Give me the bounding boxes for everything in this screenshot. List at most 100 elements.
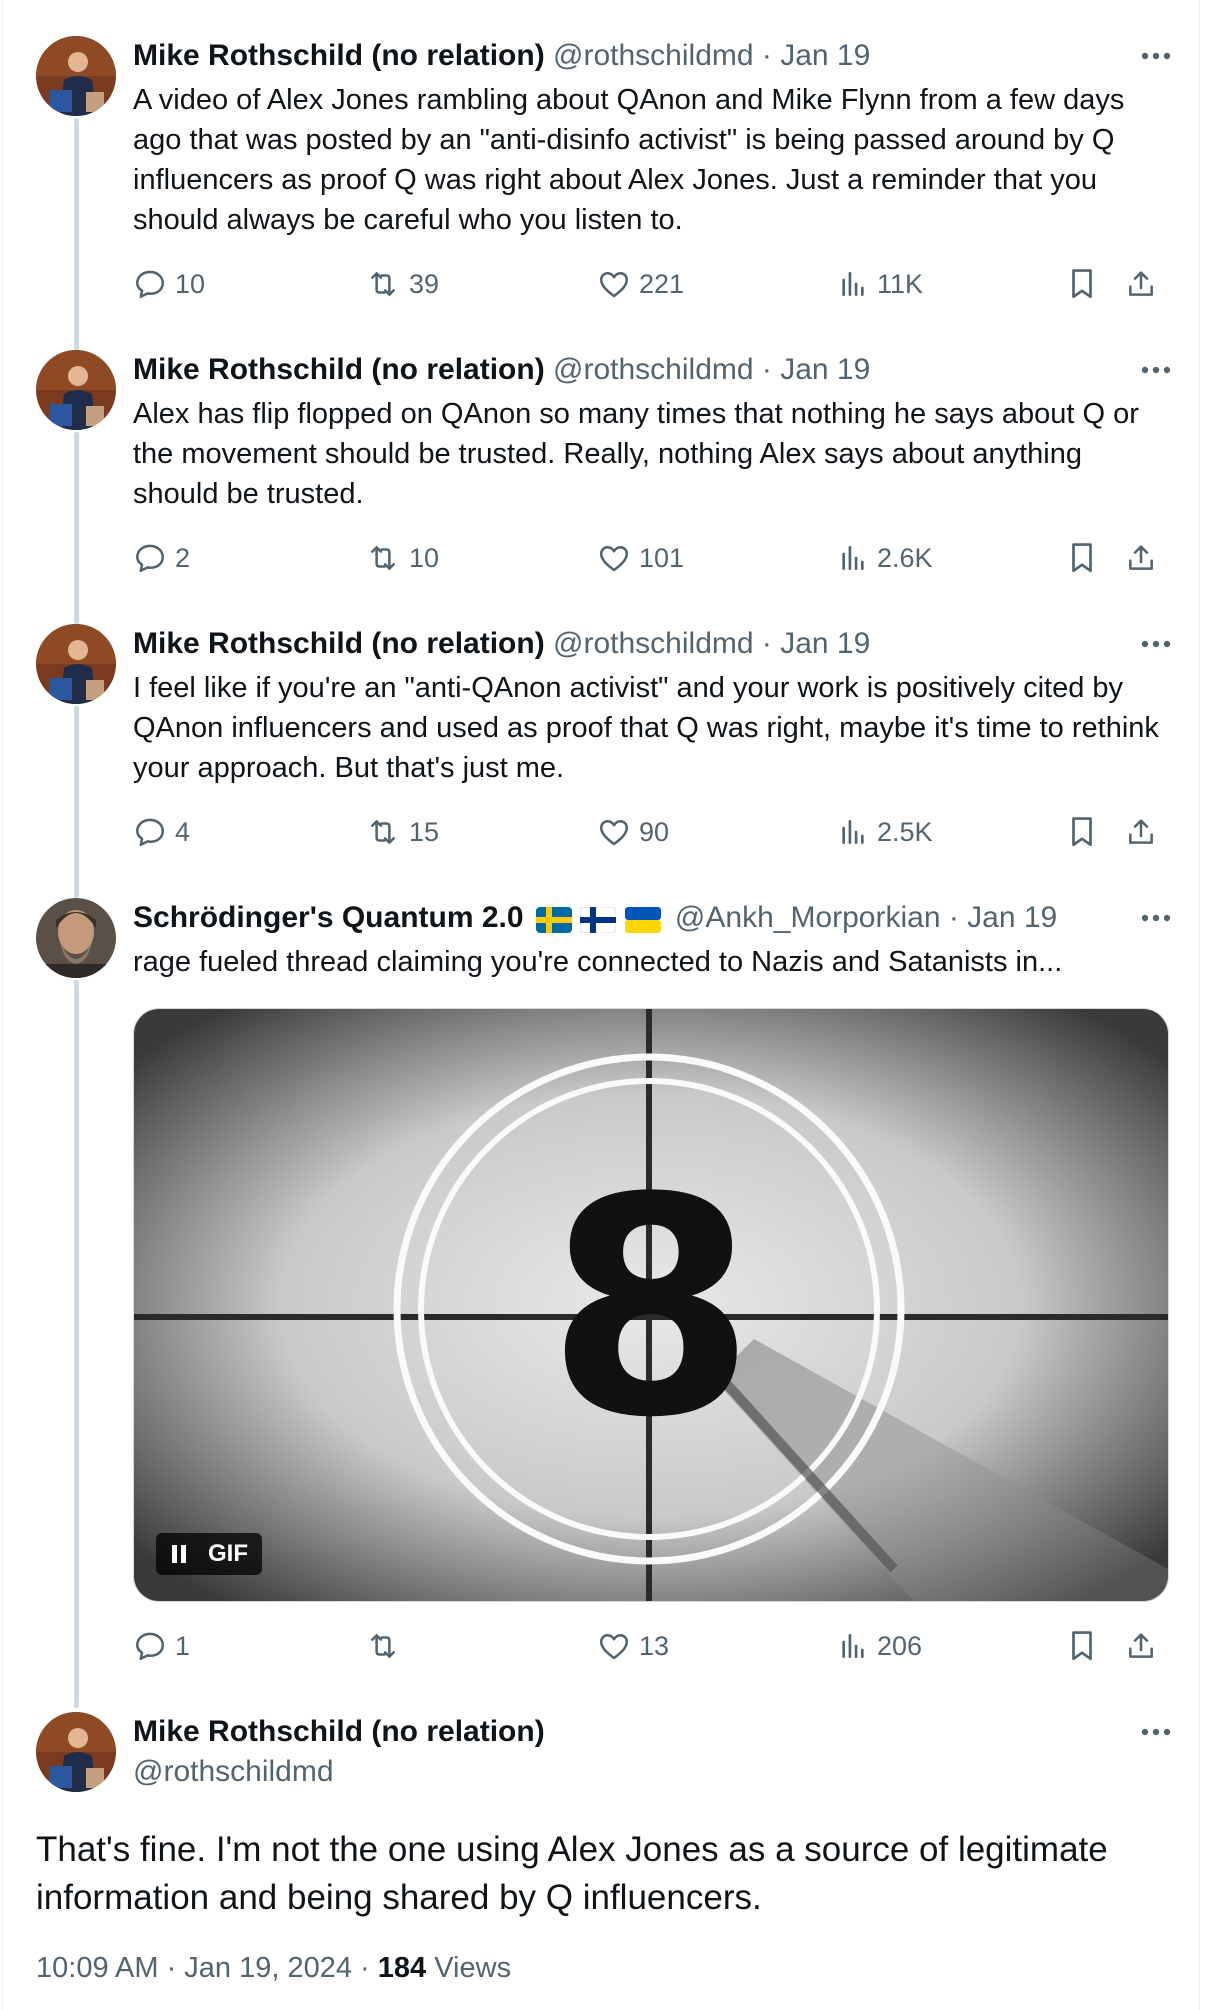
- reply-icon: [135, 270, 165, 299]
- reply-button[interactable]: 4: [133, 810, 190, 854]
- share-button[interactable]: [1125, 1624, 1165, 1668]
- repost-count: 39: [409, 268, 440, 299]
- tweet-date[interactable]: · Jan 19: [762, 353, 870, 386]
- bookmark-button[interactable]: [1067, 1624, 1105, 1668]
- ukraine-flag-icon: [624, 907, 661, 934]
- like-count: 101: [639, 542, 685, 573]
- thread-connector: [74, 980, 79, 1708]
- more-icon[interactable]: [1138, 900, 1174, 936]
- author-name[interactable]: Schrödinger's Quantum 2.0: [133, 901, 524, 934]
- bookmark-button[interactable]: [1067, 810, 1105, 854]
- reply-button[interactable]: 2: [133, 536, 190, 580]
- author-handle[interactable]: @rothschildmd: [133, 1752, 334, 1792]
- reply-count: 1: [175, 1630, 191, 1661]
- heart-icon: [599, 271, 629, 298]
- views-button[interactable]: 2.6K: [837, 536, 933, 580]
- reply-icon: [135, 544, 165, 573]
- thread-connector: [74, 706, 79, 898]
- sweden-flag-icon: [535, 907, 572, 934]
- tweet-text: rage fueled thread claiming you're conne…: [133, 946, 1063, 978]
- tweet-timestamp: 10:09 AM · Jan 19, 2024 · 184 Views: [36, 1948, 511, 1988]
- author-name[interactable]: Mike Rothschild (no relation): [133, 353, 545, 386]
- share-button[interactable]: [1125, 810, 1165, 854]
- like-button[interactable]: 221: [597, 262, 684, 306]
- analytics-icon: [842, 272, 864, 296]
- tweet-time[interactable]: 10:09 AM · Jan 19, 2024 ·: [36, 1952, 370, 1984]
- tweet-text: A video of Alex Jones rambling about QAn…: [133, 84, 1125, 236]
- views-count: 184: [377, 1952, 427, 1984]
- repost-button[interactable]: 39: [365, 262, 439, 306]
- reply-count: 10: [175, 268, 206, 299]
- repost-button[interactable]: [365, 1624, 409, 1668]
- tweet-date[interactable]: · Jan 19: [762, 627, 870, 660]
- gif-media[interactable]: 8 GIF: [133, 1008, 1169, 1602]
- repost-icon: [371, 272, 395, 296]
- share-icon: [1129, 1633, 1153, 1658]
- reply-icon: [135, 818, 165, 847]
- like-count: 13: [639, 1630, 670, 1661]
- reply-count: 2: [175, 542, 191, 573]
- reply-button[interactable]: 1: [133, 1624, 190, 1668]
- tweet-date[interactable]: · Jan 19: [949, 901, 1057, 934]
- more-icon[interactable]: [1138, 626, 1174, 662]
- flag-group: [535, 899, 661, 939]
- avatar[interactable]: [36, 36, 116, 116]
- tweet-date[interactable]: · Jan 19: [762, 39, 870, 72]
- more-icon[interactable]: [1138, 38, 1174, 74]
- repost-icon: [371, 546, 395, 570]
- analytics-icon: [842, 546, 864, 570]
- views-button[interactable]: 11K: [837, 262, 923, 306]
- thread-connector: [74, 118, 79, 350]
- author-handle[interactable]: @Ankh_Morporkian: [675, 901, 941, 934]
- repost-count: 15: [409, 816, 440, 847]
- tweet-actions: 10 39 221 11K: [133, 262, 1173, 306]
- tweet-header: Schrödinger's Quantum 2.0 @Ankh_Morporki…: [133, 898, 1057, 938]
- views-count: 2.5K: [877, 816, 933, 847]
- avatar[interactable]: [36, 1712, 116, 1792]
- share-button[interactable]: [1125, 536, 1165, 580]
- author-handle[interactable]: @rothschildmd: [553, 353, 754, 386]
- author-handle[interactable]: @rothschildmd: [553, 627, 754, 660]
- views-count: 2.6K: [877, 542, 933, 573]
- author-name[interactable]: Mike Rothschild (no relation): [133, 1712, 545, 1752]
- heart-icon: [599, 545, 629, 572]
- bookmark-icon: [1072, 817, 1092, 847]
- like-button[interactable]: 101: [597, 536, 684, 580]
- repost-count: 10: [409, 542, 440, 573]
- more-icon[interactable]: [1138, 1714, 1174, 1750]
- tweet-header: Mike Rothschild (no relation) @rothschil…: [133, 624, 870, 664]
- views-label: Views: [434, 1952, 512, 1984]
- reply-button[interactable]: 10: [133, 262, 205, 306]
- repost-button[interactable]: 10: [365, 536, 439, 580]
- more-icon[interactable]: [1138, 352, 1174, 388]
- bookmark-icon: [1072, 543, 1092, 573]
- share-icon: [1129, 545, 1153, 570]
- author-name[interactable]: Mike Rothschild (no relation): [133, 627, 545, 660]
- tweet-text: I feel like if you're an "anti-QAnon act…: [133, 672, 1159, 784]
- reply-count: 4: [175, 816, 191, 847]
- views-button[interactable]: 206: [837, 1624, 922, 1668]
- like-button[interactable]: 13: [597, 1624, 669, 1668]
- share-button[interactable]: [1125, 262, 1165, 306]
- like-count: 90: [639, 816, 670, 847]
- avatar[interactable]: [36, 624, 116, 704]
- bookmark-button[interactable]: [1067, 262, 1105, 306]
- heart-icon: [599, 1633, 629, 1660]
- views-button[interactable]: 2.5K: [837, 810, 933, 854]
- heart-icon: [599, 819, 629, 846]
- tweet-header: Mike Rothschild (no relation) @rothschil…: [133, 36, 870, 76]
- repost-button[interactable]: 15: [365, 810, 439, 854]
- like-button[interactable]: 90: [597, 810, 669, 854]
- tweet-text: That's fine. I'm not the one using Alex …: [36, 1830, 1108, 1917]
- author-name[interactable]: Mike Rothschild (no relation): [133, 39, 545, 72]
- bookmark-button[interactable]: [1067, 536, 1105, 580]
- avatar[interactable]: [36, 350, 116, 430]
- thread-connector: [74, 432, 79, 624]
- author-handle[interactable]: @rothschildmd: [553, 39, 754, 72]
- avatar[interactable]: [36, 898, 116, 978]
- pause-icon[interactable]: [156, 1533, 202, 1575]
- reply-icon: [135, 1632, 165, 1661]
- gif-badge[interactable]: GIF: [156, 1533, 262, 1575]
- countdown-number: 8: [546, 1134, 756, 1483]
- gif-label: GIF: [208, 1540, 248, 1567]
